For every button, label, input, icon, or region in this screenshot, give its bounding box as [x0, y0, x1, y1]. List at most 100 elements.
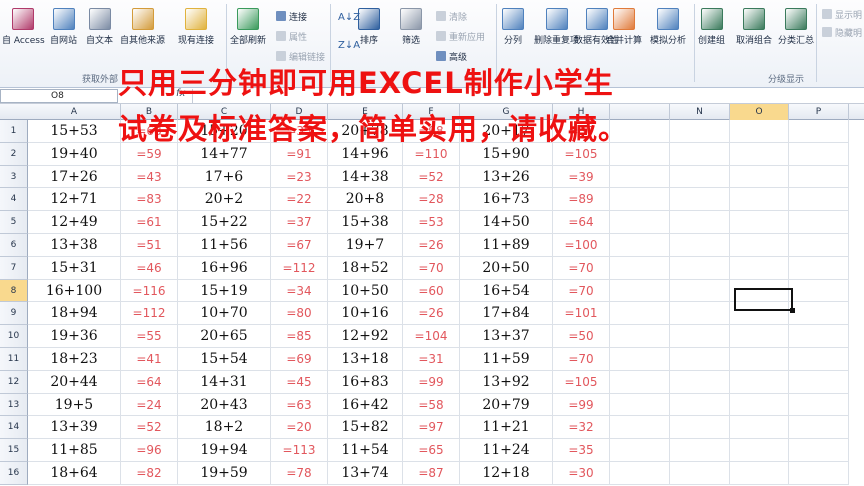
answer-cell[interactable]: =50	[553, 325, 610, 348]
answer-cell[interactable]: =96	[121, 439, 178, 462]
question-cell[interactable]: 17+6	[178, 165, 271, 189]
answer-cell[interactable]: =64	[553, 211, 610, 234]
answer-cell[interactable]: =34	[271, 279, 328, 303]
question-cell[interactable]	[610, 256, 670, 280]
ribbon-button-6[interactable]: 排序	[358, 8, 380, 46]
answer-cell[interactable]	[670, 416, 730, 440]
question-cell[interactable]: 11+24	[460, 439, 553, 462]
row-header[interactable]: 16	[0, 462, 28, 485]
question-cell[interactable]	[730, 462, 789, 485]
question-cell[interactable]	[610, 393, 670, 417]
answer-cell[interactable]	[789, 393, 849, 417]
question-cell[interactable]: 14+50	[460, 211, 553, 234]
answer-cell[interactable]	[670, 256, 730, 280]
question-cell[interactable]: 14+38	[328, 165, 403, 189]
answer-cell[interactable]: =60	[403, 279, 460, 303]
answer-cell[interactable]	[789, 142, 849, 166]
question-cell[interactable]: 19+5	[28, 393, 121, 417]
question-cell[interactable]	[730, 165, 789, 189]
question-cell[interactable]	[610, 416, 670, 440]
sort-az-button[interactable]: A↓Z	[338, 12, 360, 23]
answer-cell[interactable]	[789, 325, 849, 348]
question-cell[interactable]	[730, 120, 789, 143]
answer-cell[interactable]: =113	[271, 439, 328, 462]
answer-cell[interactable]: =70	[553, 348, 610, 371]
question-cell[interactable]	[610, 188, 670, 212]
ribbon-button-9[interactable]: 删除重复项	[534, 8, 579, 46]
question-cell[interactable]: 20+44	[28, 370, 121, 394]
answer-cell[interactable]: =69	[271, 348, 328, 371]
column-header[interactable]: A	[28, 104, 121, 120]
ribbon-button-14[interactable]: 取消组合	[736, 8, 772, 46]
question-cell[interactable]: 16+100	[28, 279, 121, 303]
row-header[interactable]: 13	[0, 393, 28, 417]
question-cell[interactable]: 18+52	[328, 256, 403, 280]
ribbon-button-4[interactable]: 现有连接	[178, 8, 214, 46]
question-cell[interactable]: 13+18	[328, 348, 403, 371]
question-cell[interactable]	[730, 393, 789, 417]
question-cell[interactable]: 12+49	[28, 211, 121, 234]
question-cell[interactable]: 18+2	[178, 416, 271, 440]
ribbon-button-3[interactable]: 自其他来源	[120, 8, 165, 46]
ribbon-small-button-1[interactable]: 属性	[276, 30, 307, 43]
answer-cell[interactable]: =99	[403, 370, 460, 394]
answer-cell[interactable]	[789, 120, 849, 143]
question-cell[interactable]	[610, 462, 670, 485]
question-cell[interactable]	[610, 302, 670, 326]
question-cell[interactable]	[610, 348, 670, 371]
answer-cell[interactable]: =20	[271, 416, 328, 440]
question-cell[interactable]: 11+21	[460, 416, 553, 440]
question-cell[interactable]: 17+26	[28, 165, 121, 189]
row-header[interactable]: 6	[0, 234, 28, 257]
answer-cell[interactable]: =87	[403, 462, 460, 485]
question-cell[interactable]	[610, 165, 670, 189]
answer-cell[interactable]: =23	[271, 165, 328, 189]
answer-cell[interactable]: =104	[403, 325, 460, 348]
question-cell[interactable]: 10+16	[328, 302, 403, 326]
question-cell[interactable]: 16+83	[328, 370, 403, 394]
question-cell[interactable]: 19+36	[28, 325, 121, 348]
answer-cell[interactable]	[670, 120, 730, 143]
answer-cell[interactable]	[670, 302, 730, 326]
ribbon-button-0[interactable]: 自 Access	[2, 8, 45, 46]
ribbon-button-8[interactable]: 分列	[502, 8, 524, 46]
answer-cell[interactable]	[670, 211, 730, 234]
question-cell[interactable]: 11+56	[178, 234, 271, 257]
question-cell[interactable]	[610, 439, 670, 462]
ribbon-button-7[interactable]: 筛选	[400, 8, 422, 46]
question-cell[interactable]: 10+70	[178, 302, 271, 326]
question-cell[interactable]: 13+38	[28, 234, 121, 257]
answer-cell[interactable]: =28	[403, 188, 460, 212]
question-cell[interactable]	[610, 325, 670, 348]
answer-cell[interactable]	[670, 279, 730, 303]
sort-za-button[interactable]: Z↓A	[338, 40, 360, 51]
answer-cell[interactable]: =78	[271, 462, 328, 485]
question-cell[interactable]: 16+96	[178, 256, 271, 280]
answer-cell[interactable]: =65	[403, 439, 460, 462]
answer-cell[interactable]: =101	[553, 302, 610, 326]
question-cell[interactable]	[610, 234, 670, 257]
answer-cell[interactable]: =70	[553, 279, 610, 303]
answer-cell[interactable]: =105	[553, 370, 610, 394]
answer-cell[interactable]	[789, 256, 849, 280]
row-header[interactable]: 14	[0, 416, 28, 440]
answer-cell[interactable]: =70	[553, 256, 610, 280]
answer-cell[interactable]: =82	[121, 462, 178, 485]
question-cell[interactable]: 10+50	[328, 279, 403, 303]
question-cell[interactable]	[730, 188, 789, 212]
row-header[interactable]: 12	[0, 370, 28, 394]
answer-cell[interactable]	[670, 462, 730, 485]
answer-cell[interactable]	[789, 416, 849, 440]
question-cell[interactable]: 15+53	[28, 120, 121, 143]
answer-cell[interactable]	[789, 348, 849, 371]
ribbon-small-button-6[interactable]: 显示明	[822, 8, 862, 21]
answer-cell[interactable]	[670, 165, 730, 189]
answer-cell[interactable]	[670, 370, 730, 394]
question-cell[interactable]	[730, 370, 789, 394]
answer-cell[interactable]: =51	[121, 234, 178, 257]
ribbon-small-button-4[interactable]: 重新应用	[436, 30, 485, 43]
answer-cell[interactable]	[670, 325, 730, 348]
question-cell[interactable]: 15+19	[178, 279, 271, 303]
question-cell[interactable]: 11+54	[328, 439, 403, 462]
question-cell[interactable]	[730, 348, 789, 371]
